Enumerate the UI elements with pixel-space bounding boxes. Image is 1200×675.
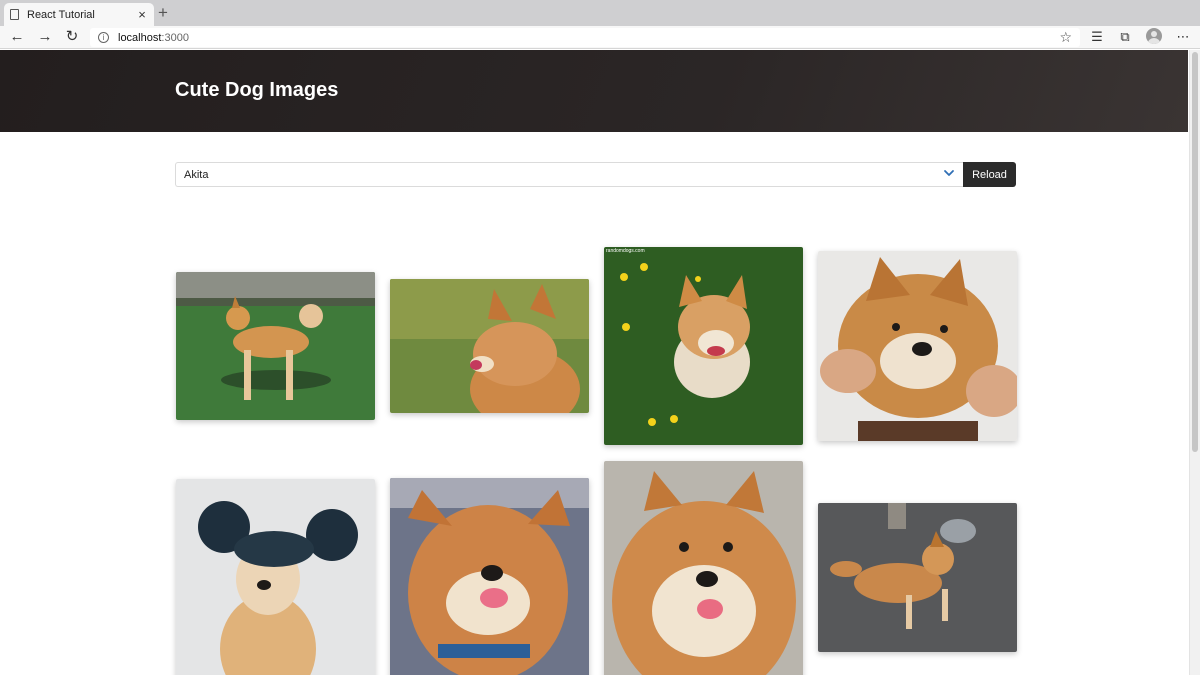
dog-photo-gravel <box>818 503 1017 652</box>
dog-photo-squished <box>818 251 1017 441</box>
favorites-icon[interactable]: ☰ <box>1088 28 1106 46</box>
address-bar[interactable]: i localhost:3000 ☆ <box>90 28 1080 47</box>
dog-photo-mouse-ears <box>176 479 375 675</box>
hero-header: Cute Dog Images <box>0 50 1188 132</box>
tab-strip: React Tutorial × + <box>0 0 1200 26</box>
dog-photo-smiling <box>604 461 803 675</box>
url-port: :3000 <box>161 31 189 44</box>
new-tab-icon[interactable]: + <box>158 4 168 22</box>
profile-icon[interactable] <box>1146 28 1162 44</box>
breed-controls: Akita Reload <box>175 162 1016 187</box>
dog-image: randomdogs.com <box>604 247 803 445</box>
reload-button[interactable]: Reload <box>963 162 1016 187</box>
back-icon[interactable]: ← <box>8 28 26 46</box>
collections-icon[interactable]: ⧉ <box>1116 28 1134 46</box>
dog-photo-licking <box>390 279 589 413</box>
dog-image <box>604 461 803 675</box>
dog-image <box>818 503 1017 652</box>
dog-photo-standing <box>176 272 375 420</box>
info-icon[interactable]: i <box>98 32 109 43</box>
close-tab-icon[interactable]: × <box>136 7 148 22</box>
dog-photo-tongue <box>390 478 589 675</box>
dog-image <box>390 478 589 675</box>
chevron-down-icon <box>944 170 954 176</box>
more-icon[interactable]: ⋯ <box>1174 28 1192 46</box>
browser-toolbar: ← → ↻ i localhost:3000 ☆ ☰ ⧉ ⋯ <box>0 26 1200 49</box>
breed-select[interactable]: Akita <box>175 162 963 187</box>
tab-title: React Tutorial <box>27 8 95 21</box>
dog-image <box>176 272 375 420</box>
dog-image <box>390 279 589 413</box>
star-icon[interactable]: ☆ <box>1059 29 1072 46</box>
scrollbar-thumb[interactable] <box>1192 52 1198 452</box>
url-host: localhost <box>118 31 162 44</box>
image-watermark: randomdogs.com <box>606 248 645 254</box>
page-viewport: Cute Dog Images Akita Reload randomdogs.… <box>0 50 1188 675</box>
forward-icon[interactable]: → <box>36 28 54 46</box>
dog-image <box>818 251 1017 441</box>
dog-image <box>176 479 375 675</box>
breed-select-value: Akita <box>184 169 209 181</box>
browser-tab[interactable]: React Tutorial × <box>4 3 154 26</box>
dog-photo-dandelions <box>604 247 803 445</box>
page-scrollbar[interactable] <box>1189 50 1200 675</box>
page-icon <box>10 9 19 20</box>
refresh-icon[interactable]: ↻ <box>63 28 81 46</box>
page-title: Cute Dog Images <box>175 79 339 101</box>
